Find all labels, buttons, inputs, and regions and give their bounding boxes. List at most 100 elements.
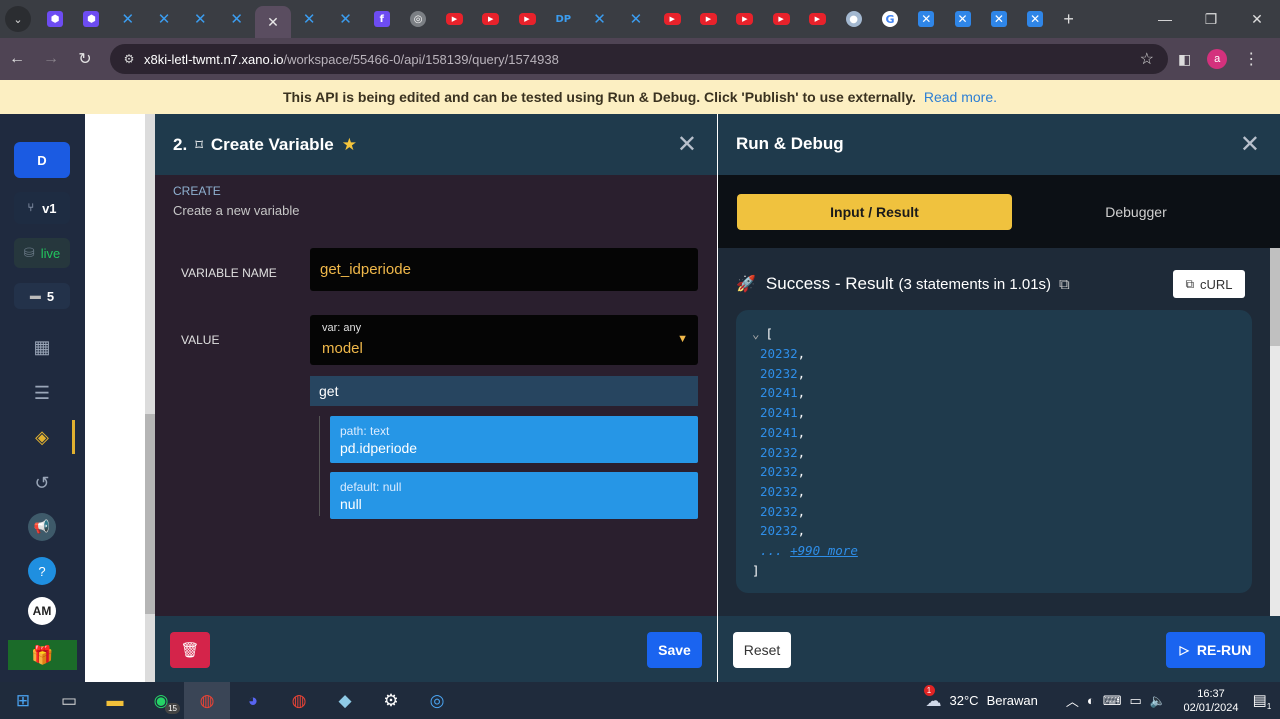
forward-icon[interactable]: → <box>34 50 68 68</box>
branch-button[interactable]: ⑂ v1 <box>14 192 70 224</box>
announcements-icon[interactable]: 📢 <box>28 513 56 541</box>
dp-icon: DP <box>555 13 572 25</box>
delete-button[interactable]: 🗑 <box>170 632 210 668</box>
canvas-scrollbar[interactable] <box>145 114 155 682</box>
browser-tab[interactable]: ✕ <box>110 0 146 38</box>
filter-get[interactable]: get <box>310 376 698 406</box>
xbox-icon: ✕ <box>918 11 935 27</box>
window-close-icon[interactable]: ✕ <box>1234 0 1280 38</box>
gift-icon[interactable]: 🎁 <box>8 640 77 670</box>
reset-button[interactable]: Reset <box>733 632 791 668</box>
volume-icon[interactable]: 🔈 <box>1150 693 1166 709</box>
value-text: model <box>322 340 363 357</box>
tab-input-result[interactable]: Input / Result <box>737 194 1012 230</box>
browser-tab[interactable]: ✕ <box>618 0 654 38</box>
side-panel-icon[interactable]: ◧ <box>1178 51 1191 68</box>
result-scrollbar-thumb[interactable] <box>1270 248 1280 346</box>
menu-kebab-icon[interactable]: ⋮ <box>1243 49 1259 69</box>
browser-tab[interactable]: ● <box>836 0 872 38</box>
browser-tab[interactable]: ⬢ <box>73 0 109 38</box>
browser-tab[interactable]: ✕ <box>182 0 218 38</box>
api-stack-icon[interactable]: ◈ <box>28 423 56 451</box>
weather-widget[interactable]: ☁ 1 32°C Berawan <box>923 684 1038 711</box>
tab-search-button[interactable]: ⌄ <box>5 6 31 32</box>
favorite-star-icon[interactable]: ★ <box>342 135 357 155</box>
chevron-down-icon[interactable]: ⌄ <box>752 326 760 341</box>
browser-tab[interactable]: DP <box>545 0 581 38</box>
show-more-link[interactable]: +990 more <box>790 543 858 558</box>
browser-tab[interactable]: G <box>872 0 908 38</box>
notepad-icon[interactable]: ◆ <box>322 682 368 719</box>
browser-tab[interactable]: ▶ <box>654 0 690 38</box>
history-icon[interactable]: ↺ <box>28 469 56 497</box>
browser-tab[interactable]: ◎ <box>400 0 436 38</box>
save-button[interactable]: Save <box>647 632 702 668</box>
browser-tab[interactable]: f <box>364 0 400 38</box>
browser-tab[interactable]: ✕ <box>581 0 617 38</box>
app-circles-icon[interactable]: ◎ <box>414 682 460 719</box>
browser-tab[interactable]: ✕ <box>218 0 254 38</box>
user-avatar[interactable]: AM <box>28 597 56 625</box>
json-value: 20232 <box>760 365 798 381</box>
task-view-icon[interactable]: ▭ <box>46 682 92 719</box>
browser-tab[interactable]: ✕ <box>981 0 1017 38</box>
browser-tab[interactable]: ▶ <box>763 0 799 38</box>
curl-button[interactable]: ⧉ cURL <box>1173 270 1245 298</box>
browser-tab[interactable]: ▶ <box>436 0 472 38</box>
windows-start-icon[interactable]: ⊞ <box>0 682 46 719</box>
site-info-icon[interactable]: ⚙ <box>114 52 144 66</box>
tray-chevron-icon[interactable]: ︿ <box>1066 691 1079 710</box>
browser-tab[interactable]: ⬢ <box>37 0 73 38</box>
meet-icon[interactable]: ◐ <box>1087 693 1095 708</box>
banner-read-more-link[interactable]: Read more. <box>924 89 997 105</box>
close-icon[interactable]: ✕ <box>267 14 279 31</box>
chrome-profile-icon[interactable]: ◍ <box>276 682 322 719</box>
filter-arg-default[interactable]: default: null null <box>330 472 698 519</box>
file-explorer-icon[interactable]: ▬ <box>92 682 138 719</box>
network-icon[interactable]: ▭ <box>1130 693 1142 709</box>
browser-tab[interactable]: ▶ <box>727 0 763 38</box>
profile-avatar[interactable]: a <box>1207 49 1228 69</box>
browser-tab[interactable]: ✕ <box>254 6 292 38</box>
browser-tab[interactable]: ✕ <box>944 0 980 38</box>
value-select[interactable]: var: any model ▼ <box>310 315 698 365</box>
notifications-icon[interactable]: ▤1 <box>1244 691 1280 711</box>
clock[interactable]: 16:37 02/01/2024 <box>1178 687 1244 715</box>
browser-tab[interactable]: ▶ <box>509 0 545 38</box>
ime-icon[interactable]: ⌨ <box>1103 693 1122 709</box>
restore-icon[interactable]: ❐ <box>1188 0 1234 38</box>
settings-gear-icon[interactable]: ⚙ <box>368 682 414 719</box>
messages-button[interactable]: ▬ 5 <box>14 283 70 309</box>
data-source-button[interactable]: ⛁ live <box>14 238 70 268</box>
browser-tab[interactable]: ✕ <box>291 0 327 38</box>
json-open-bracket[interactable]: ⌄[ <box>752 326 773 341</box>
workspace-button[interactable]: D <box>14 142 70 178</box>
copy-icon[interactable]: ⧉ <box>1059 276 1070 293</box>
browser-tab[interactable]: ✕ <box>146 0 182 38</box>
caret-down-icon[interactable]: ▼ <box>677 333 688 345</box>
browser-tab[interactable]: ▶ <box>690 0 726 38</box>
variable-name-input[interactable]: get_idperiode <box>310 248 698 291</box>
reload-icon[interactable]: ↻ <box>68 49 102 69</box>
browser-tab[interactable]: ▶ <box>799 0 835 38</box>
close-step-icon[interactable]: ✕ <box>677 130 697 159</box>
canvas-scrollbar-thumb[interactable] <box>145 414 155 614</box>
chrome-icon[interactable]: ◍ <box>184 682 230 719</box>
rerun-button[interactable]: ▷ RE-RUN <box>1166 632 1265 668</box>
browser-tab[interactable]: ▶ <box>473 0 509 38</box>
database-tables-icon[interactable]: ☰ <box>28 379 56 407</box>
browser-tab[interactable]: ✕ <box>327 0 363 38</box>
back-icon[interactable]: ← <box>0 50 34 68</box>
minimize-icon[interactable]: — <box>1142 0 1188 38</box>
filter-arg-path[interactable]: path: text pd.idperiode <box>330 416 698 463</box>
help-icon[interactable]: ? <box>28 557 56 585</box>
close-debug-icon[interactable]: ✕ <box>1240 130 1260 159</box>
whatsapp-icon[interactable]: ◉ 15 <box>138 682 184 719</box>
dashboard-icon[interactable]: ▦ <box>28 333 56 361</box>
tab-debugger[interactable]: Debugger <box>1046 194 1226 230</box>
browser-tab[interactable]: ✕ <box>1017 0 1053 38</box>
new-tab-icon[interactable]: + <box>1063 9 1074 30</box>
result-scrollbar[interactable] <box>1270 248 1280 616</box>
discord-icon[interactable]: ◕ <box>230 682 276 719</box>
browser-tab[interactable]: ✕ <box>908 0 944 38</box>
